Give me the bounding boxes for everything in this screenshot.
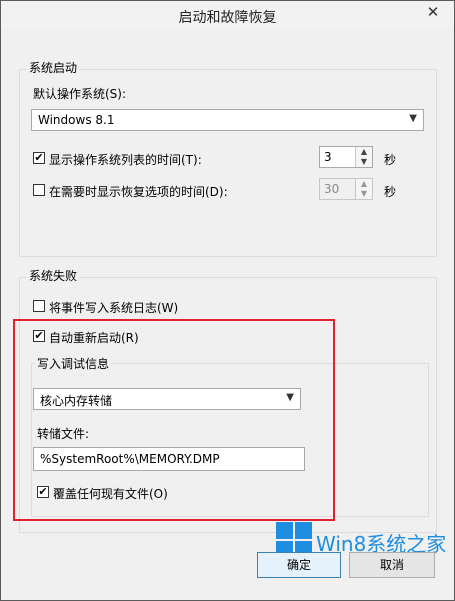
spinner-buttons[interactable]: ▲ ▼ <box>355 147 372 167</box>
write-event-checkbox[interactable]: 将事件写入系统日志(W) <box>33 299 233 315</box>
spin-up-icon[interactable]: ▲ <box>356 147 372 157</box>
show-os-list-spinner[interactable]: 3 ▲ ▼ <box>319 146 373 168</box>
checkbox-unchecked-icon <box>33 300 45 312</box>
chevron-down-icon: ▼ <box>409 113 417 124</box>
show-os-list-value: 3 <box>324 150 332 164</box>
checkbox-checked-icon: ✔ <box>33 151 45 164</box>
spin-down-icon: ▼ <box>360 189 368 198</box>
spin-up-icon: ▲ <box>360 179 368 188</box>
default-os-select[interactable]: Windows 8.1 ▼ <box>31 109 424 131</box>
default-os-value: Windows 8.1 <box>38 113 115 127</box>
dialog-window: 启动和故障恢复 ✕ 系统启动 默认操作系统(S): Windows 8.1 ▼ … <box>0 0 455 601</box>
show-os-list-checkbox[interactable]: ✔ 显示操作系统列表的时间(T): <box>33 151 293 167</box>
system-failure-label: 系统失败 <box>27 267 80 284</box>
cancel-button[interactable]: 取消 <box>349 552 435 578</box>
show-os-list-label: 显示操作系统列表的时间(T): <box>49 153 202 167</box>
close-button[interactable]: ✕ <box>418 2 448 22</box>
show-recovery-value: 30 <box>324 182 340 196</box>
show-recovery-checkbox[interactable]: 在需要时显示恢复选项的时间(D): <box>33 183 293 199</box>
ok-button[interactable]: 确定 <box>257 552 341 578</box>
spin-down-icon[interactable]: ▼ <box>356 157 372 167</box>
show-recovery-spinner: 30 ▲ ▼ <box>319 178 373 200</box>
spinner-buttons-disabled: ▲ ▼ <box>355 179 372 199</box>
highlight-box <box>13 319 335 521</box>
show-recovery-label: 在需要时显示恢复选项的时间(D): <box>49 185 228 199</box>
title-bar[interactable]: 启动和故障恢复 ✕ <box>1 1 454 29</box>
show-os-list-unit: 秒 <box>384 153 397 167</box>
checkbox-unchecked-icon <box>33 184 45 196</box>
window-title: 启动和故障恢复 <box>178 10 277 26</box>
write-event-label: 将事件写入系统日志(W) <box>49 301 179 315</box>
system-startup-label: 系统启动 <box>27 59 80 76</box>
show-recovery-unit: 秒 <box>384 185 397 199</box>
default-os-label: 默认操作系统(S): <box>33 87 127 101</box>
